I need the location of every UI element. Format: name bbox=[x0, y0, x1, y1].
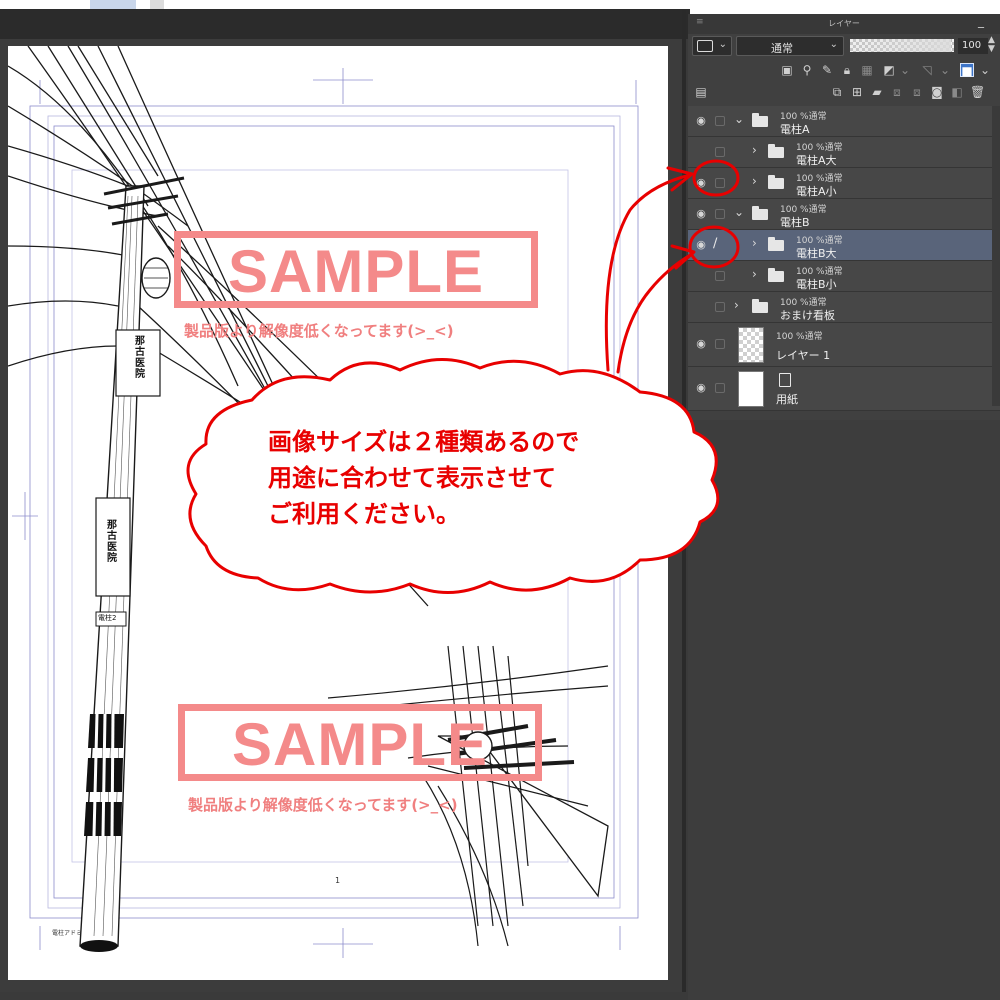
annotation-overlay bbox=[186, 159, 740, 594]
callout-line-1: 画像サイズは２種類あるので bbox=[268, 428, 580, 456]
arrow-to-a-small bbox=[604, 173, 692, 372]
callout-line-3: ご利用ください。 bbox=[268, 500, 460, 528]
circle-a-small bbox=[692, 159, 740, 197]
callout-line-2: 用途に合わせて表示させて bbox=[268, 464, 556, 492]
circle-b-large bbox=[688, 225, 740, 269]
clip-studio-window: 那古医院 那古医院 電柱2 SAMPLE 製品版より解像度低くなってます(>_<… bbox=[0, 0, 1000, 1000]
arrow-to-b-large bbox=[616, 252, 694, 374]
